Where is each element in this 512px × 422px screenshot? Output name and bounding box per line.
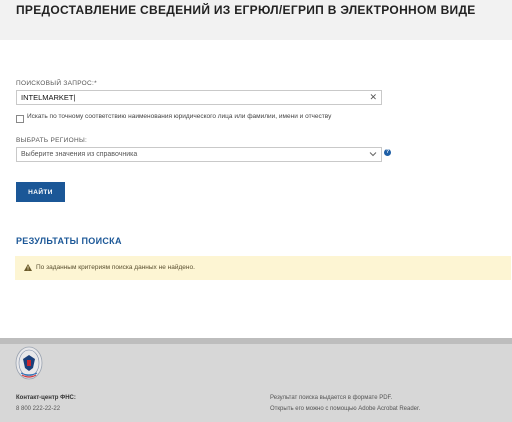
pdf-note: Результат поиска выдается в формате PDF. xyxy=(270,395,393,401)
chevron-down-icon xyxy=(369,152,377,157)
page-header: ПРЕДОСТАВЛЕНИЕ СВЕДЕНИЙ ИЗ ЕГРЮЛ/ЕГРИП В… xyxy=(0,0,512,40)
alert-text: По заданным критериям поиска данных не н… xyxy=(36,264,195,271)
results-title: РЕЗУЛЬТАТЫ ПОИСКА xyxy=(16,236,122,246)
exact-match-checkbox[interactable] xyxy=(16,115,24,123)
footer-divider xyxy=(0,338,512,344)
regions-select[interactable]: Выберите значения из справочника xyxy=(16,147,382,162)
no-results-alert: По заданным критериям поиска данных не н… xyxy=(15,256,511,280)
regions-placeholder: Выберите значения из справочника xyxy=(21,151,138,158)
search-field[interactable]: ✕ xyxy=(16,90,382,105)
acrobat-note: Открыть его можно с помощью Adobe Acroba… xyxy=(270,406,421,412)
footer xyxy=(0,338,512,422)
info-icon[interactable]: ? xyxy=(384,149,391,156)
contact-center-title: Контакт-центр ФНС: xyxy=(16,395,76,401)
search-input[interactable] xyxy=(17,91,361,104)
find-button[interactable]: НАЙТИ xyxy=(16,182,65,202)
exact-match-label: Искать по точному соответствию наименова… xyxy=(27,113,332,120)
regions-label: ВЫБРАТЬ РЕГИОНЫ: xyxy=(16,137,88,144)
search-label: ПОИСКОВЫЙ ЗАПРОС:* xyxy=(16,80,97,87)
page-title: ПРЕДОСТАВЛЕНИЕ СВЕДЕНИЙ ИЗ ЕГРЮЛ/ЕГРИП В… xyxy=(16,3,476,17)
close-icon[interactable]: ✕ xyxy=(369,92,377,103)
warning-icon xyxy=(24,264,32,271)
contact-phone: 8 800 222-22-22 xyxy=(16,406,61,412)
fns-emblem-icon xyxy=(15,346,43,380)
